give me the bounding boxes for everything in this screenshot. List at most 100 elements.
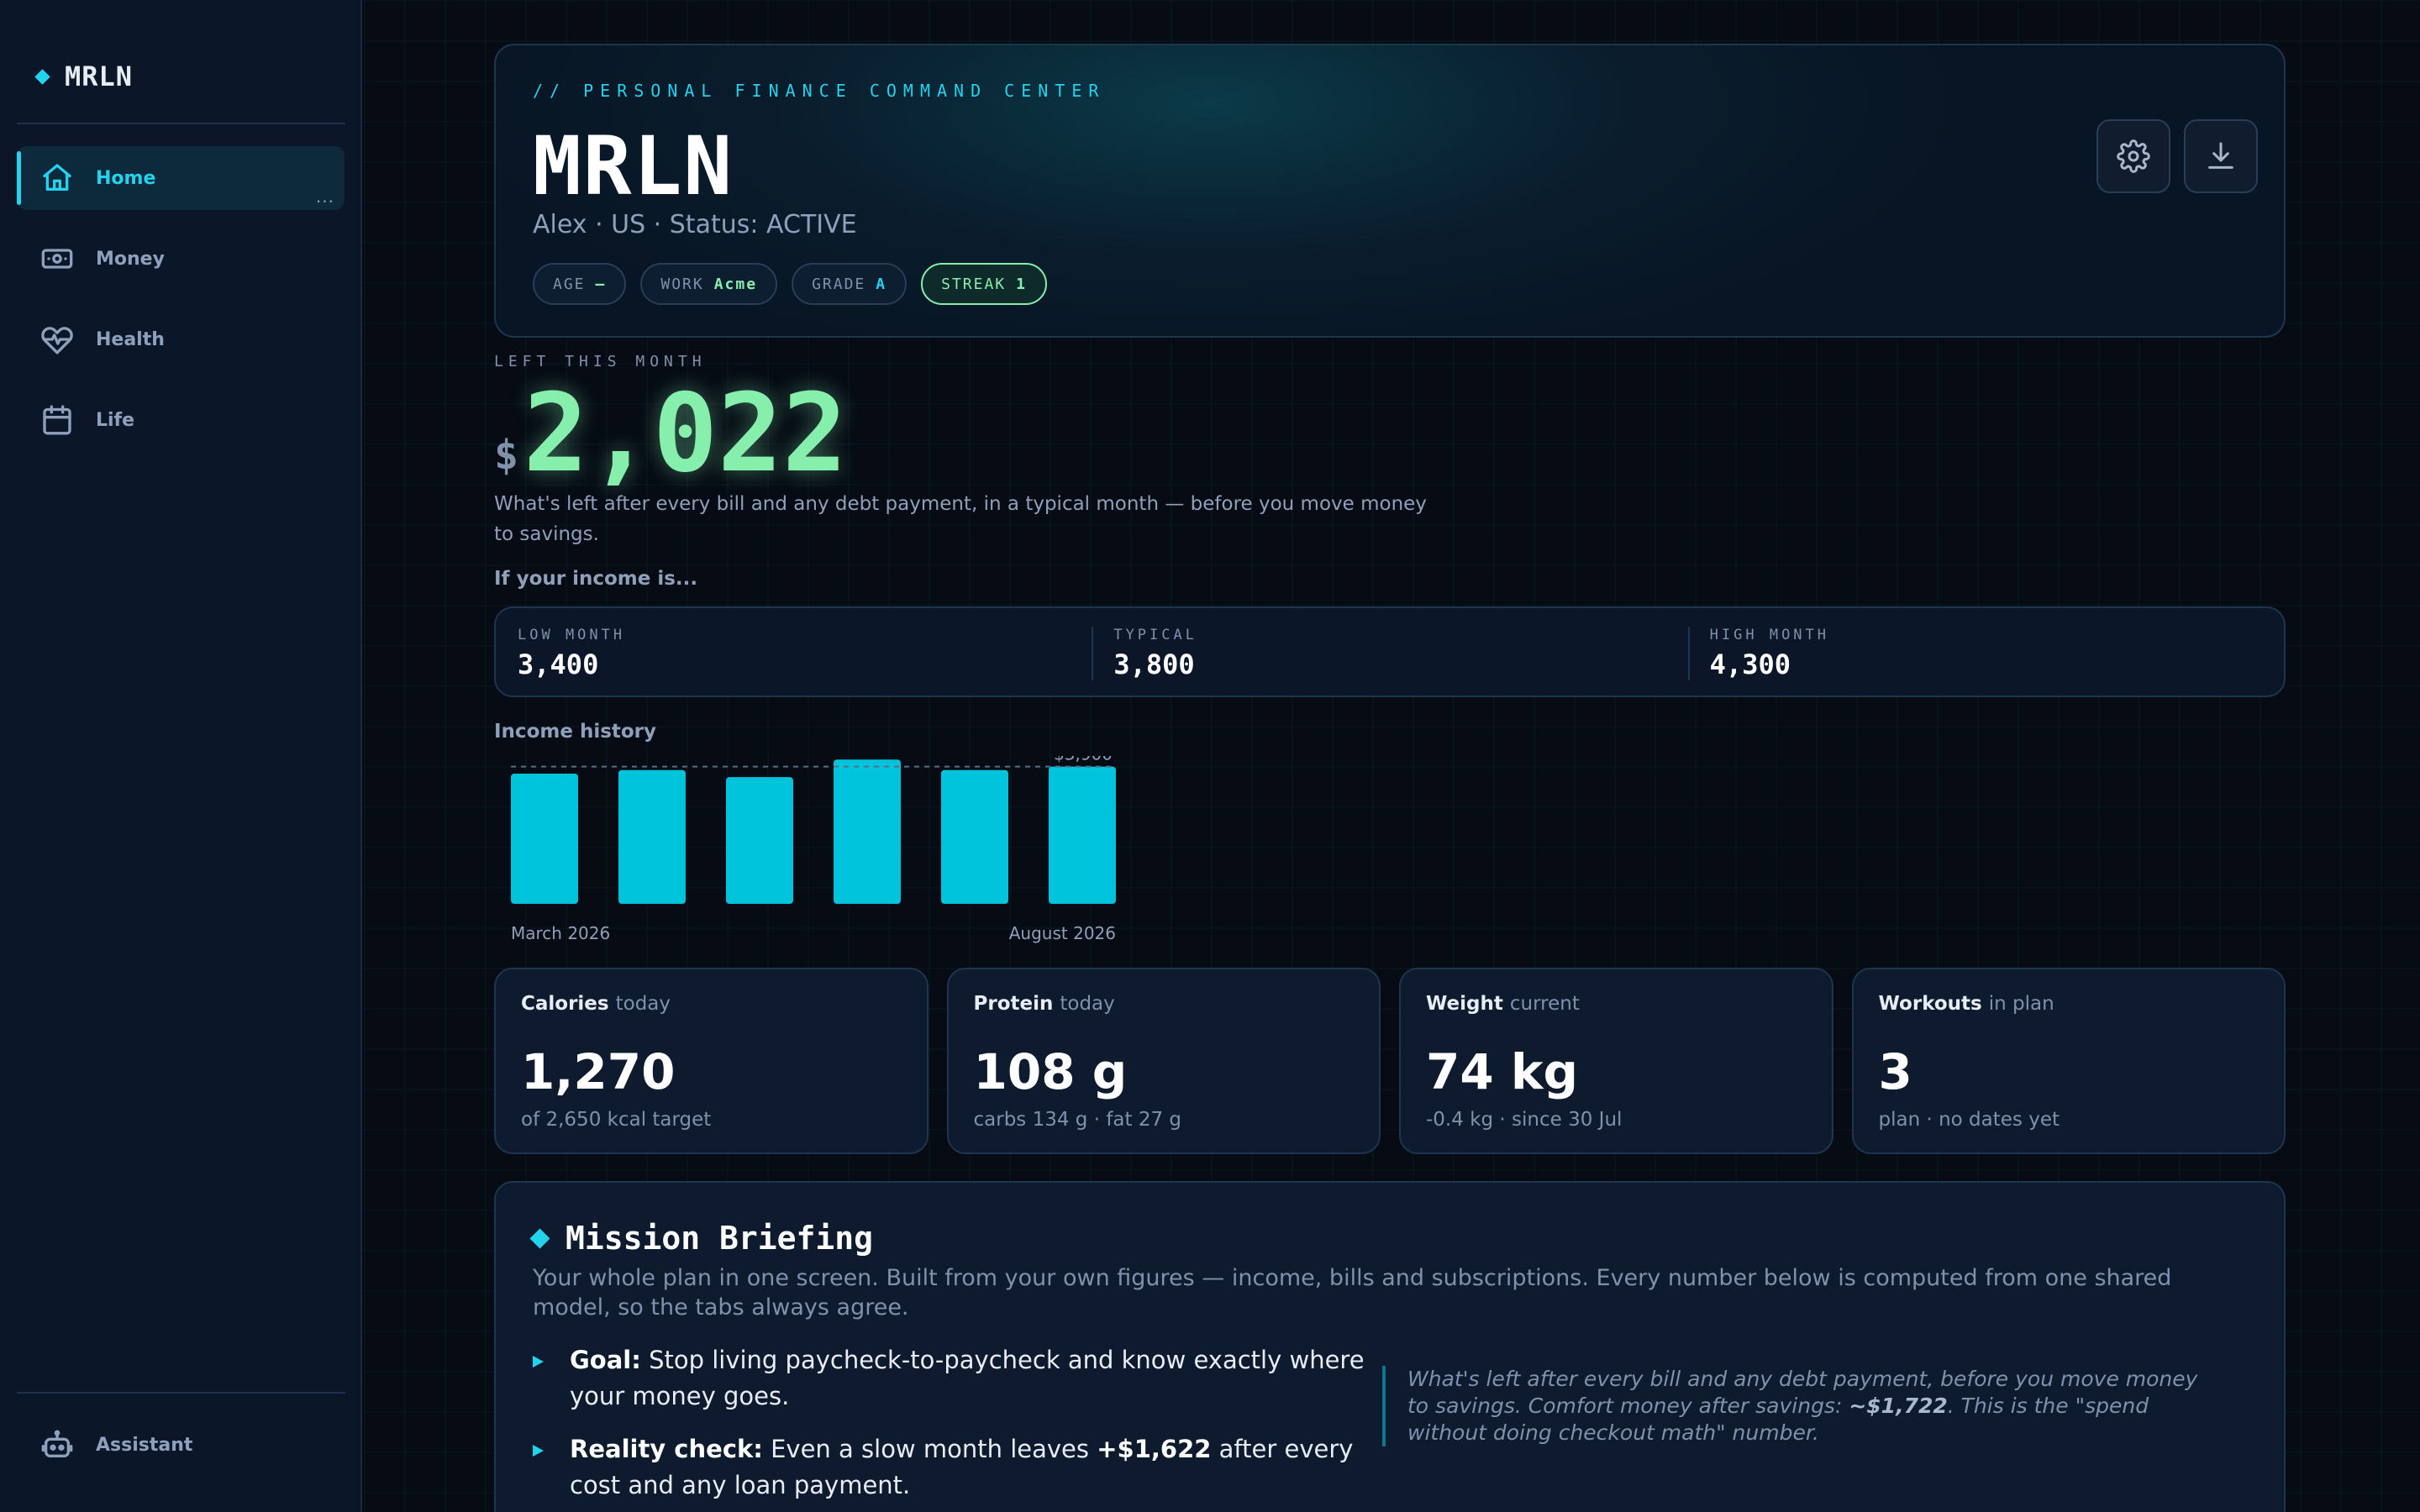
income-history-title: Income history [494,721,657,743]
list-item-reality: Reality check: Even a slow month leaves … [533,1431,1373,1504]
settings-button[interactable] [2096,119,2170,193]
income-bar-4[interactable] [834,759,901,904]
sidebar-item-label: Home [96,167,156,189]
hero-panel: // PERSONAL FINANCE COMMAND CENTER MRLN … [494,44,2286,338]
sidebar-item-money[interactable]: Money [17,227,345,291]
scenario-value: 3,800 [1113,648,1195,680]
sidebar: MRLN Home ... Money Health Life Assistan… [0,0,362,1512]
left-this-month-label: LEFT THIS MONTH [494,353,707,370]
card-header: Weight current [1426,993,1580,1015]
brand-logo[interactable]: MRLN [34,60,134,92]
reference-label: $3,900 [1054,756,1113,764]
sidebar-item-health[interactable]: Health [17,307,345,371]
brand-name: MRLN [65,60,134,92]
sidebar-divider [17,123,345,124]
scenario-low: LOW MONTH 3,400 [496,608,1092,696]
sidebar-item-label: Health [96,328,165,350]
card-header: Calories today [521,993,671,1015]
stat-card-workouts[interactable]: Workouts in plan 3 plan · no dates yet [1851,968,2286,1154]
sidebar-item-label: Life [96,409,135,431]
sidebar-item-home[interactable]: Home ... [17,146,345,210]
card-title: Calories [521,993,609,1015]
assistant-label: Assistant [96,1434,193,1456]
income-history-chart: $3,900 March 2026 August 2026 [494,744,1133,949]
currency-symbol: $ [494,432,518,479]
income-scenarios-title: If your income is... [494,568,698,590]
scenario-high: HIGH MONTH 4,300 [1687,608,2284,696]
main-content: // PERSONAL FINANCE COMMAND CENTER MRLN … [364,0,2420,1512]
briefing-title: Mission Briefing [566,1220,874,1257]
income-chart-svg: $3,900 March 2026 August 2026 [511,744,1116,943]
heart-pulse-icon [39,321,76,358]
card-title: Weight [1426,993,1503,1015]
card-value: 108 g [973,1043,1128,1100]
amount-value: 2,022 [523,371,848,496]
card-title: Protein [973,993,1054,1015]
app: MRLN Home ... Money Health Life Assistan… [0,0,2420,1512]
goal-text: Stop living paycheck-to-paycheck and kno… [570,1346,1365,1410]
scenario-value: 4,300 [1709,648,1791,680]
stat-card-protein[interactable]: Protein today 108 g carbs 134 g · fat 27 … [946,968,1381,1154]
download-button[interactable] [2184,119,2258,193]
more-icon[interactable]: ... [316,186,334,207]
card-qualifier: today [615,993,671,1015]
income-bar-5[interactable] [941,769,1008,904]
hero-kicker: // PERSONAL FINANCE COMMAND CENTER [533,81,1106,101]
assistant-button[interactable]: Assistant [17,1413,345,1477]
gear-icon [2117,139,2150,173]
reality-amount: +$1,622 [1097,1435,1212,1463]
chip-value: Acme [713,275,758,293]
income-bar-1[interactable] [511,773,578,904]
income-bar-6[interactable] [1049,766,1116,904]
x-end-label: August 2026 [1009,923,1116,943]
diamond-icon [529,1227,550,1249]
reality-label: Reality check: [570,1435,763,1463]
profile-status: Alex · US · Status: ACTIVE [533,210,857,239]
left-this-month-description: What's left after every bill and any deb… [494,493,1427,545]
left-this-month-amount: $ 2,022 [494,380,847,489]
stat-card-weight[interactable]: Weight current 74 kg -0.4 kg · since 30 J… [1399,968,1833,1154]
card-value: 74 kg [1426,1043,1578,1100]
chip-streak: STREAK 1 [921,263,1047,305]
stat-card-calories[interactable]: Calories today 1,270 of 2,650 kcal target [494,968,929,1154]
sidebar-item-life[interactable]: Life [17,388,345,452]
card-header: Protein today [974,993,1115,1015]
income-bar-2[interactable] [618,769,686,904]
stat-cards: Calories today 1,270 of 2,650 kcal target… [494,968,2286,1154]
sidebar-item-label: Money [96,248,165,270]
scenario-label: LOW MONTH [518,627,626,643]
card-footnote: of 2,650 kcal target [521,1109,712,1131]
card-title: Workouts [1878,993,1982,1015]
chip-label: WORK [660,275,704,293]
scenario-value: 3,400 [518,648,599,680]
card-qualifier: in plan [1988,993,2054,1015]
chip-value: — [595,275,607,293]
download-icon [2208,142,2233,169]
goal-label: Goal: [570,1346,641,1374]
scenario-label: TYPICAL [1113,627,1197,643]
chip-age: AGE — [533,263,627,305]
home-icon [39,160,76,197]
briefing-header: Mission Briefing [529,1220,874,1257]
list-item-goal: Goal: Stop living paycheck-to-paycheck a… [533,1342,1373,1415]
card-footnote: plan · no dates yet [1878,1109,2060,1131]
briefing-list: Goal: Stop living paycheck-to-paycheck a… [533,1342,1373,1512]
quote-amount: ~$1,722 [1849,1394,1948,1418]
chip-label: STREAK [941,275,1007,293]
card-header: Workouts in plan [1879,993,2054,1015]
reality-pre: Even a slow month leaves [771,1435,1089,1463]
income-scenarios: LOW MONTH 3,400 TYPICAL 3,800 HIGH MONTH… [494,606,2286,697]
sidebar-divider [17,1392,345,1394]
card-footnote: -0.4 kg · since 30 Jul [1426,1109,1623,1131]
briefing-intro: Your whole plan in one screen. Built fro… [533,1265,2172,1320]
calendar-icon [39,402,76,438]
robot-icon [39,1426,76,1463]
briefing-quote: What's left after every bill and any deb… [1382,1366,2223,1446]
mission-briefing: Mission Briefing Your whole plan in one … [494,1181,2286,1512]
x-start-label: March 2026 [511,923,610,943]
chip-label: GRADE [812,275,866,293]
card-value: 1,270 [521,1043,676,1100]
profile-chips: AGE — WORK Acme GRADE A STREAK 1 [533,263,1047,305]
income-bar-3[interactable] [726,777,793,904]
card-qualifier: current [1509,993,1580,1015]
